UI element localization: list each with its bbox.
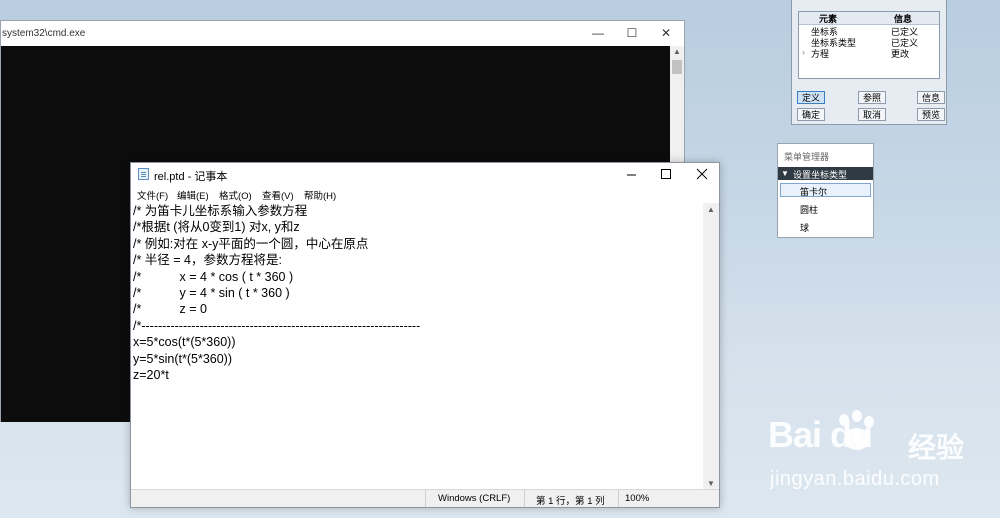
close-button[interactable]: ✕: [649, 21, 683, 45]
header-info: 信息: [894, 14, 913, 24]
notepad-window: rel.ptd - 记事本 文件(F) 编辑(E) 格式(O) 查看(V) 帮助…: [130, 162, 720, 508]
coordinate-type-header[interactable]: ▼ 设置坐标类型: [778, 167, 873, 180]
status-bar: Windows (CRLF) 第 1 行，第 1 列 100%: [131, 489, 719, 507]
menu-item-label: 笛卡尔: [800, 187, 828, 197]
status-divider: [425, 490, 426, 507]
status-position: 第 1 行，第 1 列: [536, 496, 605, 507]
menu-format[interactable]: 格式(O): [219, 188, 252, 202]
triangle-down-icon: ▼: [781, 169, 789, 178]
list-header: 元素 信息: [799, 12, 939, 25]
reference-button[interactable]: 参照: [858, 91, 886, 104]
notepad-title-bar[interactable]: rel.ptd - 记事本: [131, 163, 719, 185]
menu-edit[interactable]: 编辑(E): [177, 188, 209, 202]
scroll-up-icon[interactable]: ▲: [670, 46, 684, 58]
menu-manager-title: 菜单管理器: [784, 152, 830, 162]
element-list: 元素 信息 坐标系 已定义 坐标系类型 已定义 › 方程 更改: [798, 11, 940, 79]
menu-view[interactable]: 查看(V): [262, 188, 294, 202]
minimize-icon[interactable]: [625, 169, 637, 181]
menu-item-cartesian[interactable]: 笛卡尔: [780, 183, 871, 197]
paw-icon: [839, 410, 874, 450]
cmd-title-bar[interactable]: system32\cmd.exe — ☐ ✕: [1, 21, 684, 46]
close-icon[interactable]: [696, 168, 708, 180]
menu-help[interactable]: 帮助(H): [304, 188, 336, 202]
cancel-button[interactable]: 取消: [858, 108, 886, 121]
menu-file[interactable]: 文件(F): [137, 188, 168, 202]
header-element: 元素: [819, 14, 838, 24]
element-name: 方程: [811, 49, 830, 59]
maximize-button[interactable]: ☐: [615, 21, 649, 45]
preview-button[interactable]: 预览: [917, 108, 945, 121]
info-button[interactable]: 信息: [917, 91, 945, 104]
vertical-scrollbar[interactable]: ▲ ▼: [703, 203, 719, 491]
menu-item-label: 球: [800, 223, 810, 233]
watermark-cn: 经验: [908, 432, 965, 463]
text-editor[interactable]: /* 为笛卡儿坐标系输入参数方程 /*根据t (将从0变到1) 对x, y和z …: [133, 203, 707, 491]
ok-button[interactable]: 确定: [797, 108, 825, 121]
status-encoding: Windows (CRLF): [438, 493, 511, 504]
menu-item-label: 圆柱: [800, 205, 819, 215]
feature-dialog: 元素 信息 坐标系 已定义 坐标系类型 已定义 › 方程 更改 定义 参照 信息…: [791, 0, 947, 125]
define-button[interactable]: 定义: [797, 91, 825, 104]
element-info: 更改: [891, 49, 910, 59]
menu-item-cylindrical[interactable]: 圆柱: [780, 201, 871, 215]
status-zoom: 100%: [625, 493, 650, 504]
maximize-icon[interactable]: [660, 168, 672, 180]
scroll-up-icon[interactable]: ▲: [703, 203, 719, 217]
arrow-icon: ›: [802, 47, 805, 57]
menu-item-spherical[interactable]: 球: [780, 219, 871, 233]
status-divider: [618, 490, 619, 507]
notepad-icon: [138, 168, 149, 180]
cmd-title: system32\cmd.exe: [2, 28, 86, 39]
scroll-thumb[interactable]: [672, 60, 682, 74]
status-divider: [524, 490, 525, 507]
watermark-url: jingyan.baidu.com: [770, 468, 940, 490]
watermark: Bai du 经验 jingyan.baidu.com: [768, 410, 978, 504]
minimize-button[interactable]: —: [581, 21, 615, 45]
coordinate-type-label: 设置坐标类型: [793, 170, 848, 180]
menu-manager: 菜单管理器 ▼ 设置坐标类型 笛卡尔 圆柱 球: [777, 143, 874, 238]
notepad-title: rel.ptd - 记事本: [154, 171, 228, 183]
